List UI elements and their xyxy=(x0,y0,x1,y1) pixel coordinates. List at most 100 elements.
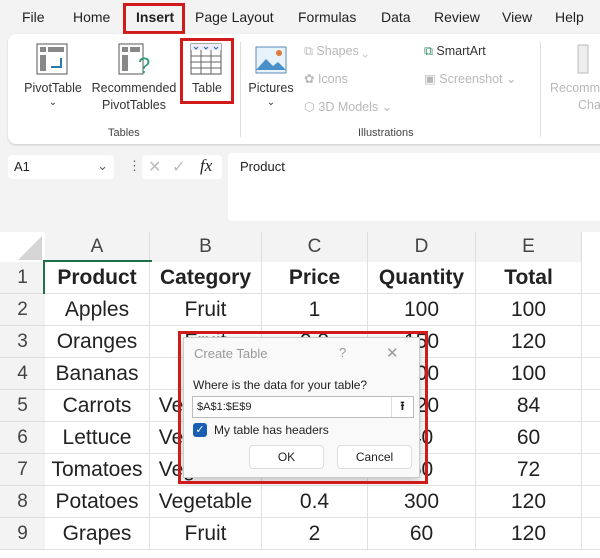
cell-a8[interactable]: Potatoes xyxy=(45,486,150,518)
name-box[interactable]: A1 ⌄ xyxy=(8,155,114,179)
recommended-label-2: PivotTables xyxy=(102,98,166,112)
column-header-c[interactable]: C xyxy=(262,232,368,262)
row-header[interactable]: 4 xyxy=(0,358,45,390)
cell-f9[interactable] xyxy=(582,518,600,550)
select-all-icon[interactable] xyxy=(14,234,44,260)
cube-icon: ⬡ xyxy=(304,100,319,114)
cell-d8[interactable]: 300 xyxy=(368,486,476,518)
formula-input[interactable]: Product xyxy=(228,153,600,221)
formula-content: Product xyxy=(240,159,285,174)
chevron-down-icon: ⌄ xyxy=(266,97,276,108)
tab-page-layout[interactable]: Page Layout xyxy=(195,9,274,25)
enter-icon[interactable]: ✓ xyxy=(172,157,185,177)
table-highlight xyxy=(180,38,234,104)
tab-file[interactable]: File xyxy=(22,9,45,25)
column-header-e[interactable]: E xyxy=(476,232,582,262)
cell-e4[interactable]: 100 xyxy=(476,358,582,390)
row-header[interactable]: 1 xyxy=(0,262,45,294)
cell-a5[interactable]: Carrots xyxy=(45,390,150,422)
more-options-icon[interactable]: ⋮ xyxy=(128,158,141,174)
3d-models-button[interactable]: ⬡ 3D Models ⌄ xyxy=(304,99,392,115)
cancel-icon[interactable]: ✕ xyxy=(148,157,161,177)
tab-review[interactable]: Review xyxy=(434,9,480,25)
cell-d1[interactable]: Quantity xyxy=(368,262,476,294)
tab-view[interactable]: View xyxy=(502,9,532,25)
pictures-icon xyxy=(255,46,287,74)
column-header-b[interactable]: B xyxy=(150,232,262,262)
row-header[interactable]: 8 xyxy=(0,486,45,518)
cell-a7[interactable]: Tomatoes xyxy=(45,454,150,486)
pivottable-label: PivotTable xyxy=(24,81,82,95)
pictures-button[interactable]: Pictures ⌄ xyxy=(246,40,296,115)
cell-a2[interactable]: Apples xyxy=(45,294,150,326)
cell-e6[interactable]: 60 xyxy=(476,422,582,454)
row-header[interactable]: 9 xyxy=(0,518,45,550)
pivottable-button[interactable]: PivotTable ⌄ xyxy=(18,40,88,115)
cell-e1[interactable]: Total xyxy=(476,262,582,294)
cell-b2[interactable]: Fruit xyxy=(150,294,262,326)
cell-d9[interactable]: 60 xyxy=(368,518,476,550)
recommended-charts-label: Recomm xyxy=(550,81,600,95)
cell-c8[interactable]: 0.4 xyxy=(262,486,368,518)
row-header[interactable]: 3 xyxy=(0,326,45,358)
column-header-d[interactable]: D xyxy=(368,232,476,262)
name-box-value: A1 xyxy=(14,159,30,174)
screenshot-button[interactable]: ▣ Screenshot ⌄ xyxy=(424,71,516,87)
cell-c1[interactable]: Price xyxy=(262,262,368,294)
cell-b1[interactable]: Category xyxy=(150,262,262,294)
cell-f7[interactable] xyxy=(582,454,600,486)
smartart-button[interactable]: ⧉ SmartArt xyxy=(424,43,486,59)
cell-e2[interactable]: 100 xyxy=(476,294,582,326)
cell-e5[interactable]: 84 xyxy=(476,390,582,422)
chart-icon xyxy=(577,44,589,74)
cell-a4[interactable]: Bananas xyxy=(45,358,150,390)
icons-icon: ✿ xyxy=(304,72,318,86)
pivottable-icon xyxy=(36,43,68,75)
tab-help[interactable]: Help xyxy=(555,9,584,25)
cell-a6[interactable]: Lettuce xyxy=(45,422,150,454)
chevron-down-icon: ⌄ xyxy=(97,158,108,173)
shapes-button[interactable]: ⧉ Shapes ⌄ xyxy=(304,43,368,59)
smartart-label: SmartArt xyxy=(436,44,486,58)
cell-f4[interactable] xyxy=(582,358,600,390)
cell-f2[interactable] xyxy=(582,294,600,326)
cell-f1[interactable] xyxy=(582,262,600,294)
cell-e3[interactable]: 120 xyxy=(476,326,582,358)
tab-home[interactable]: Home xyxy=(73,9,110,25)
cell-b9[interactable]: Fruit xyxy=(150,518,262,550)
screenshot-icon: ▣ xyxy=(424,72,440,86)
cell-f6[interactable] xyxy=(582,422,600,454)
row-header[interactable]: 2 xyxy=(0,294,45,326)
insert-highlight xyxy=(123,3,185,34)
shapes-label: Shapes xyxy=(316,44,359,58)
cell-c2[interactable]: 1 xyxy=(262,294,368,326)
3d-models-label: 3D Models xyxy=(318,100,379,114)
cell-a9[interactable]: Grapes xyxy=(45,518,150,550)
cell-d2[interactable]: 100 xyxy=(368,294,476,326)
cell-f8[interactable] xyxy=(582,486,600,518)
cell-f3[interactable] xyxy=(582,326,600,358)
column-header-a[interactable]: A xyxy=(45,232,150,262)
icons-label: Icons xyxy=(317,72,348,86)
tab-data[interactable]: Data xyxy=(381,9,411,25)
tab-formulas[interactable]: Formulas xyxy=(298,9,356,25)
insert-function-icon[interactable]: fx xyxy=(200,156,212,176)
icons-button[interactable]: ✿ Icons xyxy=(304,71,348,87)
dialog-highlight xyxy=(178,331,428,484)
divider xyxy=(540,42,541,137)
row-header[interactable]: 5 xyxy=(0,390,45,422)
cell-e9[interactable]: 120 xyxy=(476,518,582,550)
recommended-charts-button[interactable]: Recomm Cha xyxy=(548,40,600,115)
recommended-label: Recommended xyxy=(91,81,177,95)
recommended-pivottables-button[interactable]: ? Recommended PivotTables xyxy=(88,40,180,115)
cell-f5[interactable] xyxy=(582,390,600,422)
cell-e7[interactable]: 72 xyxy=(476,454,582,486)
cell-c9[interactable]: 2 xyxy=(262,518,368,550)
row-header[interactable]: 6 xyxy=(0,422,45,454)
cell-a3[interactable]: Oranges xyxy=(45,326,150,358)
cell-a1[interactable]: Product xyxy=(43,260,152,296)
row-header[interactable]: 7 xyxy=(0,454,45,486)
cell-b8[interactable]: Vegetable xyxy=(150,486,262,518)
cell-e8[interactable]: 120 xyxy=(476,486,582,518)
shapes-icon: ⧉ xyxy=(304,44,317,58)
